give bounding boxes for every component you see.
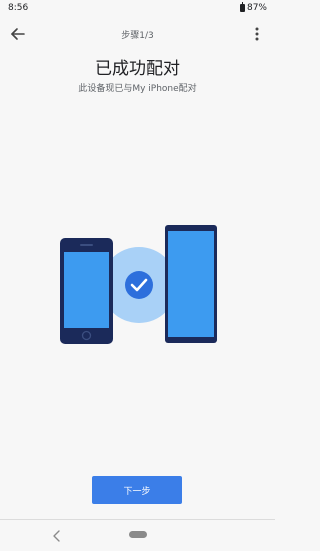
- status-bar: 8:56 87%: [0, 0, 275, 16]
- step-indicator: 步骤1/3: [121, 31, 154, 41]
- status-time: 8:56: [8, 3, 29, 13]
- top-app-bar: 步骤1/3: [0, 22, 275, 46]
- battery-level: 87%: [246, 3, 267, 13]
- more-vert-icon: [255, 27, 259, 41]
- chevron-left-icon: [53, 530, 60, 542]
- android-phone-illustration: [165, 225, 217, 343]
- system-navigation-bar: [0, 519, 275, 551]
- page-subtitle: 此设备现已与My iPhone配对: [78, 84, 197, 94]
- battery-icon: [239, 2, 245, 12]
- nav-back-button[interactable]: [50, 528, 64, 542]
- status-indicators: 87%: [239, 2, 267, 13]
- check-icon: [125, 271, 153, 299]
- nav-home-pill[interactable]: [129, 531, 147, 538]
- page-title: 已成功配对: [95, 59, 180, 79]
- next-button[interactable]: 下一步: [92, 476, 182, 504]
- iphone-illustration: [60, 238, 113, 344]
- paired-devices-illustration: [58, 224, 220, 346]
- more-options-button[interactable]: [247, 24, 267, 44]
